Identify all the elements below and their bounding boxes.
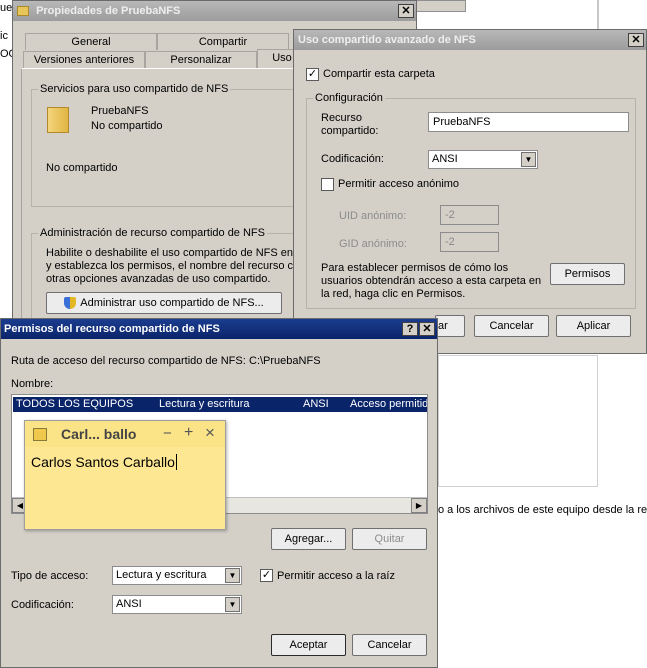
resource-label-2: compartido: — [321, 125, 379, 137]
admin-text-1: Habilite o deshabilite el uso compartido… — [46, 247, 308, 259]
folder-status: No compartido — [91, 120, 163, 132]
anon-access-checkbox[interactable] — [321, 178, 334, 191]
folder-title-icon — [17, 6, 29, 17]
left-clip-2: ic — [0, 30, 8, 42]
tab-personalizar[interactable]: Personalizar — [145, 51, 257, 68]
folder-icon — [47, 105, 71, 133]
advanced-share-window: Uso compartido avanzado de NFS ✕ ✓ Compa… — [293, 29, 647, 354]
config-group-label: Configuración — [313, 92, 385, 104]
gid-input[interactable]: -2 — [440, 232, 499, 252]
encoding-label: Codificación: — [321, 153, 384, 165]
access-type-value: Lectura y escritura — [116, 569, 207, 581]
close-icon[interactable]: × — [205, 423, 215, 443]
row-permission: Acceso permitido — [350, 398, 427, 410]
folder-name: PruebaNFS — [91, 105, 149, 117]
chevron-down-icon[interactable]: ▼ — [225, 597, 240, 612]
perm-text-2: usuarios obtendrán acceso a esta carpeta… — [321, 275, 542, 287]
properties-title: Propiedades de PruebaNFS — [36, 5, 181, 17]
shield-icon — [64, 297, 77, 310]
admin-group-label: Administración de recurso compartido de … — [38, 227, 267, 239]
chevron-down-icon[interactable]: ▼ — [521, 152, 536, 167]
advanced-title: Uso compartido avanzado de NFS — [298, 34, 476, 46]
gid-label: GID anónimo: — [339, 238, 407, 250]
uid-input[interactable]: -2 — [440, 205, 499, 225]
permissions-titlebar: Permisos del recurso compartido de NFS — [1, 319, 437, 339]
path-value: C:\PruebaNFS — [249, 355, 321, 367]
root-access-checkbox[interactable]: ✓ — [260, 569, 273, 582]
close-icon[interactable]: ✕ — [628, 33, 644, 47]
root-access-label: Permitir acceso a la raíz — [277, 570, 395, 582]
admin-text-3: otras opciones avanzadas de uso comparti… — [46, 273, 271, 285]
background-status-text: o a los archivos de este equipo desde la… — [438, 504, 647, 516]
name-label: Nombre: — [11, 378, 54, 390]
help-button[interactable]: ? — [402, 322, 418, 336]
background-right-panel — [438, 355, 598, 487]
sticky-note-icon — [33, 428, 47, 441]
row-encoding: ANSI — [303, 398, 329, 410]
row-access: Lectura y escritura — [159, 398, 250, 410]
tab-general[interactable]: General — [25, 33, 157, 50]
path-label: Ruta de acceso del recurso compartido de… — [11, 355, 246, 367]
chevron-down-icon[interactable]: ▼ — [225, 568, 240, 583]
sticky-title: Carl... ballo — [61, 426, 137, 442]
left-clip-1: ue — [0, 2, 13, 14]
resource-label-1: Recurso — [321, 112, 362, 124]
permissions-button[interactable]: Permisos — [550, 263, 625, 285]
nfs-services-label: Servicios para uso compartido de NFS — [38, 83, 231, 95]
scroll-right-icon[interactable]: ▶ — [411, 498, 427, 513]
sticky-content[interactable]: Carlos Santos Carballo — [31, 454, 177, 470]
remove-button[interactable]: Quitar — [352, 528, 427, 550]
table-row[interactable]: TODOS LOS EQUIPOS Lectura y escritura AN… — [13, 397, 427, 412]
ok-button[interactable]: ar — [435, 315, 465, 337]
add-button[interactable]: Agregar... — [271, 528, 346, 550]
encoding-value: ANSI — [432, 153, 458, 165]
accept-button[interactable]: Aceptar — [271, 634, 346, 656]
share-folder-label: Compartir esta carpeta — [323, 68, 435, 80]
perm-text-3: la red, haga clic en Permisos. — [321, 288, 466, 300]
sticky-header: Carl... ballo − + × — [25, 421, 225, 447]
advanced-titlebar: Uso compartido avanzado de NFS — [294, 30, 646, 50]
cancel-button[interactable]: Cancelar — [474, 315, 549, 337]
add-icon[interactable]: + — [184, 424, 193, 442]
background-divider — [597, 0, 599, 30]
admin-share-button[interactable]: Administrar uso compartido de NFS... — [46, 292, 282, 314]
perm-encoding-select[interactable]: ANSI ▼ — [112, 595, 242, 614]
tab-compartir[interactable]: Compartir — [157, 33, 289, 50]
minimize-icon[interactable]: − — [163, 425, 172, 442]
row-name: TODOS LOS EQUIPOS — [16, 398, 134, 410]
perm-encoding-label: Codificación: — [11, 599, 74, 611]
anon-access-label: Permitir acceso anónimo — [338, 178, 460, 190]
encoding-select[interactable]: ANSI ▼ — [428, 150, 538, 169]
perm-encoding-value: ANSI — [116, 598, 142, 610]
close-icon[interactable]: ✕ — [398, 4, 414, 18]
sticky-note: Carl... ballo − + × Carlos Santos Carbal… — [24, 420, 226, 530]
properties-titlebar: Propiedades de PruebaNFS — [13, 1, 416, 21]
tab-versiones[interactable]: Versiones anteriores — [23, 51, 145, 68]
admin-text-2: y establezca los permisos, el nombre del… — [46, 260, 309, 272]
perm-text-1: Para establecer permisos de cómo los — [321, 262, 509, 274]
resource-input[interactable]: PruebaNFS — [428, 112, 629, 132]
access-type-label: Tipo de acceso: — [11, 570, 89, 582]
perm-cancel-button[interactable]: Cancelar — [352, 634, 427, 656]
share-folder-checkbox[interactable]: ✓ — [306, 68, 319, 81]
apply-button[interactable]: Aplicar — [556, 315, 631, 337]
permissions-title: Permisos del recurso compartido de NFS — [4, 323, 220, 335]
admin-share-label: Administrar uso compartido de NFS... — [80, 297, 264, 309]
share-status: No compartido — [46, 162, 118, 174]
uid-label: UID anónimo: — [339, 210, 407, 222]
access-type-select[interactable]: Lectura y escritura ▼ — [112, 566, 242, 585]
close-icon[interactable]: ✕ — [419, 322, 435, 336]
background-top-panel — [416, 0, 466, 12]
